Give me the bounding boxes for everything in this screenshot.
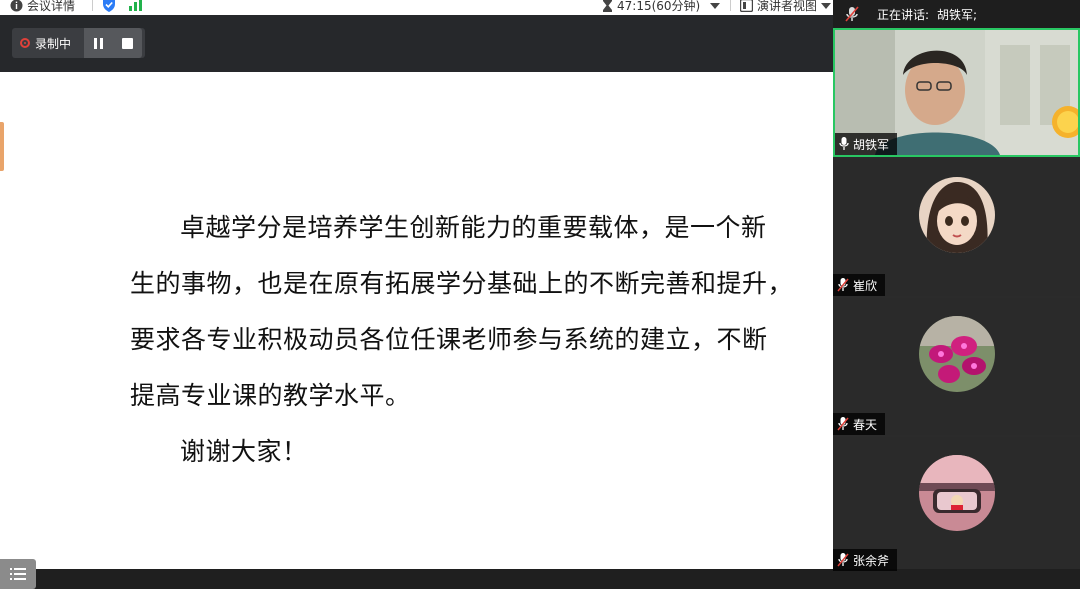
avatar [919, 455, 995, 531]
mic-muted-icon [837, 278, 849, 292]
network-signal[interactable] [128, 0, 144, 11]
stop-recording-button[interactable] [121, 37, 133, 49]
info-icon [10, 0, 23, 12]
participant-name: 胡铁军 [853, 137, 890, 152]
speaking-label: 正在讲话: [877, 7, 930, 22]
hourglass-icon [603, 0, 612, 12]
shield-check-icon [103, 0, 115, 12]
participant-name: 春天 [853, 417, 878, 432]
divider [730, 0, 731, 11]
avatar [919, 177, 995, 253]
recording-indicator: 录制中 [12, 35, 84, 52]
slide-line-4: 提高专业课的教学水平。 [130, 381, 411, 410]
signal-bars-icon [129, 0, 142, 11]
recording-buttons [84, 28, 142, 58]
meeting-timer[interactable]: 47:15(60分钟) [602, 0, 721, 14]
participant-name: 张余斧 [853, 553, 890, 568]
slide-line-2: 生的事物，也是在原有拓展学分基础上的不断完善和提升， [130, 269, 794, 298]
view-mode-label: 演讲者视图 [757, 0, 818, 13]
slide-line-1: 卓越学分是培养学生创新能力的重要载体，是一个新 [180, 213, 767, 242]
security-badge[interactable] [102, 0, 116, 12]
participants-sidebar: 正在讲话: 胡铁军; 胡铁军 崔欣 春天 张余斧 [833, 0, 1080, 571]
divider [92, 0, 93, 11]
speaking-name: 胡铁军; [937, 7, 978, 22]
chevron-down-icon [821, 2, 832, 9]
participant-name-tag: 胡铁军 [835, 133, 898, 155]
mic-muted-icon [837, 553, 849, 567]
view-mode-button[interactable]: 演讲者视图 [740, 0, 832, 14]
mic-muted-icon[interactable] [845, 6, 859, 22]
participant-tile[interactable]: 春天 [833, 298, 1080, 435]
chevron-down-icon [710, 2, 721, 9]
meeting-info-button[interactable]: 会议详情 [10, 0, 75, 14]
participant-name: 崔欣 [853, 278, 878, 293]
speaking-indicator: 正在讲话: 胡铁军; [833, 0, 1080, 28]
side-panel-handle[interactable] [0, 122, 4, 171]
slide-line-3: 要求各专业积极动员各位任课老师参与系统的建立，不断 [130, 325, 768, 354]
participant-tile[interactable]: 胡铁军 [833, 28, 1080, 157]
participant-name-tag: 张余斧 [833, 549, 898, 571]
recording-control: 录制中 [12, 28, 145, 58]
shared-slide: 卓越学分是培养学生创新能力的重要载体，是一个新 生的事物，也是在原有拓展学分基础… [0, 72, 833, 589]
list-icon [10, 568, 26, 580]
slide-text: 卓越学分是培养学生创新能力的重要载体，是一个新 生的事物，也是在原有拓展学分基础… [130, 200, 810, 480]
slide-thanks: 谢谢大家！ [180, 437, 308, 466]
recording-toolbar: 录制中 [0, 15, 835, 72]
participant-name-tag: 春天 [833, 413, 886, 435]
record-dot-icon [20, 38, 30, 48]
participant-tile[interactable]: 张余斧 [833, 437, 1080, 571]
timer-text: 47:15(60分钟) [617, 0, 701, 13]
participant-name-tag: 崔欣 [833, 274, 886, 296]
pause-recording-button[interactable] [93, 37, 103, 49]
recording-status: 录制中 [35, 36, 72, 51]
layout-icon [740, 0, 753, 12]
avatar [919, 316, 995, 392]
mic-icon [839, 137, 849, 150]
top-bar: 会议详情 47:15(60分钟) 演讲者视图 [0, 0, 835, 15]
meeting-info-label: 会议详情 [27, 0, 76, 13]
mic-muted-icon [837, 417, 849, 431]
slide-list-button[interactable] [0, 559, 36, 589]
participant-tile[interactable]: 崔欣 [833, 159, 1080, 296]
